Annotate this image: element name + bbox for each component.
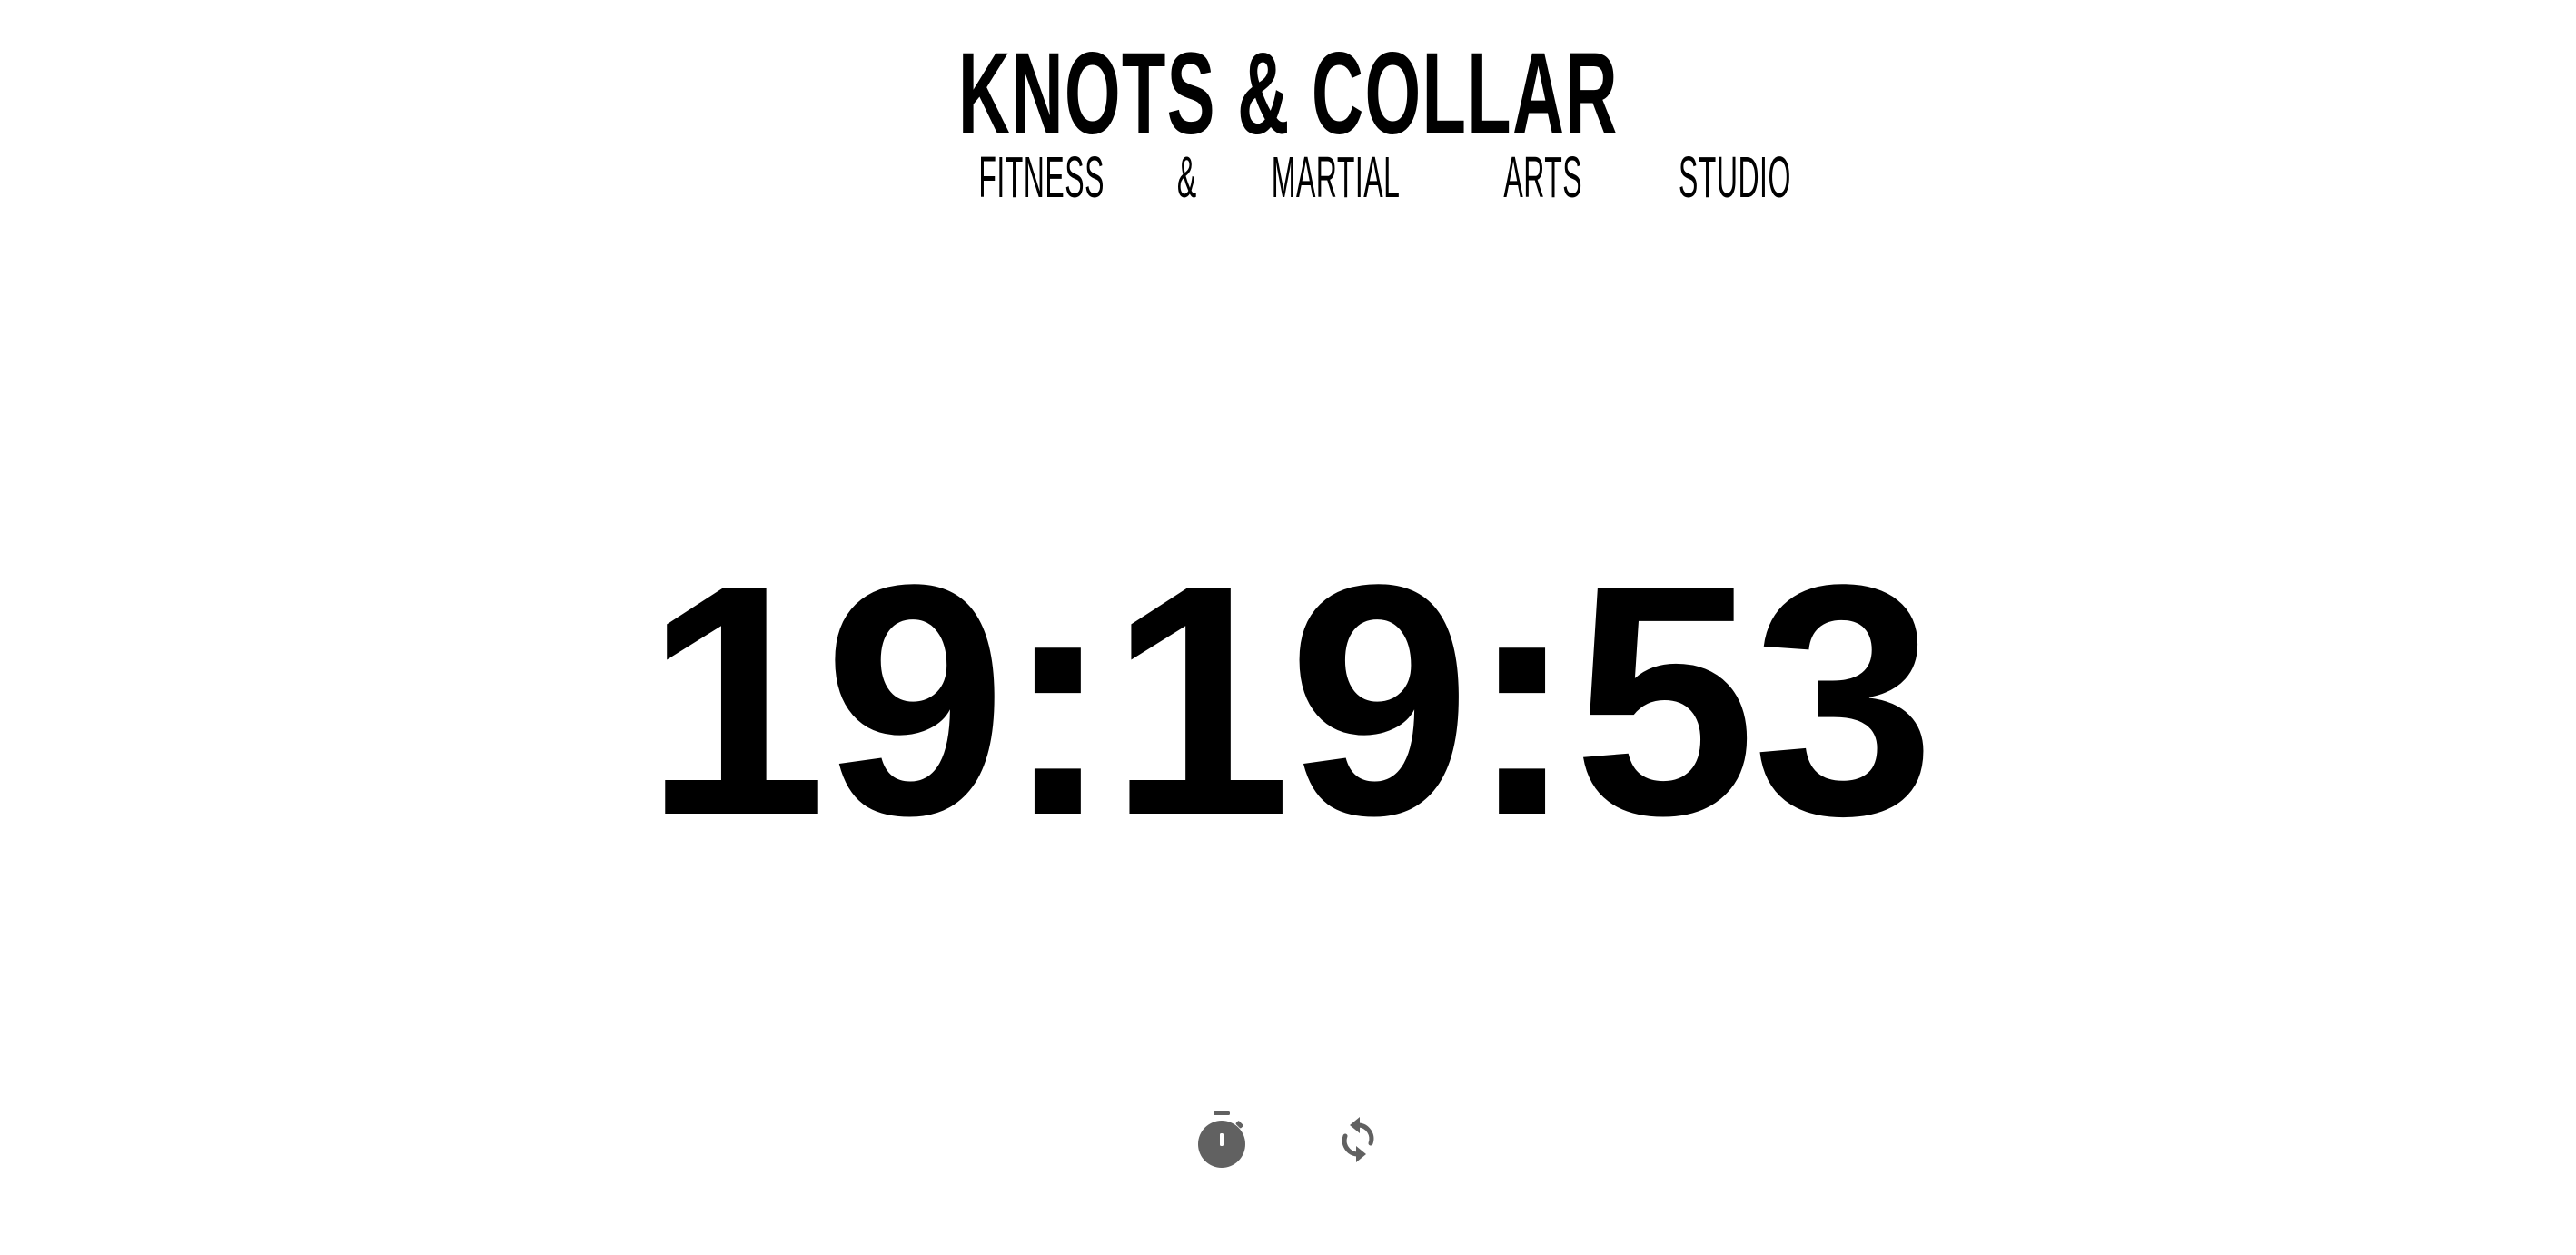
clock-display: 19:19:53 <box>0 536 2576 865</box>
brand-tagline: FITNESS & MARTIAL ARTS STUDIO <box>0 148 2576 206</box>
reset-button[interactable] <box>1326 1103 1390 1176</box>
brand-logo: KNOTS & COLLAR <box>0 36 2576 153</box>
brand-name: KNOTS & COLLAR <box>957 29 1619 159</box>
clock-controls <box>1192 1103 1410 1176</box>
tagline-word: & <box>1177 144 1198 210</box>
clock-time: 19:19:53 <box>644 516 1935 884</box>
tagline-word: MARTIAL <box>1271 144 1401 210</box>
tagline-word: FITNESS <box>978 144 1105 210</box>
tagline-word: ARTS <box>1503 144 1583 210</box>
stopwatch-icon <box>1198 1111 1245 1168</box>
timer-button[interactable] <box>1192 1103 1255 1176</box>
tagline-word: STUDIO <box>1678 144 1791 210</box>
refresh-icon <box>1342 1117 1374 1162</box>
page: KNOTS & COLLAR FITNESS & MARTIAL ARTS ST… <box>0 0 2576 1255</box>
